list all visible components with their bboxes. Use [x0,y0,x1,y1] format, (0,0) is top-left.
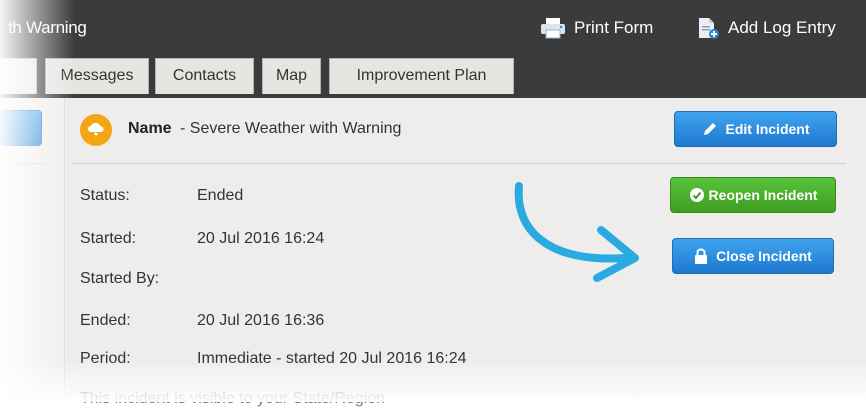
tab-contacts[interactable]: Contacts [155,58,254,94]
page-title: th Warning [8,18,87,37]
edit-incident-button[interactable]: Edit Incident [674,111,837,147]
reopen-incident-label: Reopen Incident [708,187,818,203]
tab-map[interactable]: Map [262,58,321,94]
visibility-note: This incident is visible to your State/R… [80,390,386,407]
period-label: Period: [80,350,131,367]
pencil-icon [703,123,716,135]
left-panel-divider [0,163,45,164]
storm-cloud-icon [80,114,112,146]
edit-incident-label: Edit Incident [725,121,810,137]
close-incident-label: Close Incident [716,248,812,264]
period-value: Immediate - started 20 Jul 2016 16:24 [197,350,467,367]
status-label: Status: [80,187,130,204]
started-value: 20 Jul 2016 16:24 [197,230,325,247]
tab-hidden[interactable] [0,58,37,94]
add-log-entry-button[interactable]: Add Log Entry [696,14,836,42]
ended-value: 20 Jul 2016 16:36 [197,312,325,329]
tab-messages[interactable]: Messages [45,58,149,94]
title-bar: th Warning Print Form Add Log Entry [0,0,866,58]
incident-name-value: - Severe Weather with Warning [180,120,402,137]
add-log-entry-label: Add Log Entry [728,18,836,37]
header-divider [72,163,846,164]
lock-icon [695,248,708,264]
annotation-arrow-icon [514,182,639,282]
ended-label: Ended: [80,312,131,329]
print-form-label: Print Form [574,18,654,37]
printer-icon [541,18,565,39]
check-circle-icon [689,188,704,202]
tab-bar: Messages Contacts Map Improvement Plan [0,58,866,98]
started-label: Started: [80,230,137,247]
tab-improvement-plan[interactable]: Improvement Plan [329,58,514,94]
left-panel-button[interactable] [0,110,42,146]
document-add-icon [699,18,719,39]
incident-window: th Warning Print Form Add Log Entry Mess… [0,0,866,407]
incident-name-label: Name [128,120,172,137]
print-form-button[interactable]: Print Form [540,14,653,42]
left-panel [0,98,65,402]
status-value: Ended [197,187,244,204]
started-by-label: Started By: [80,270,160,287]
reopen-incident-button[interactable]: Reopen Incident [670,177,836,213]
close-incident-button[interactable]: Close Incident [672,238,834,274]
